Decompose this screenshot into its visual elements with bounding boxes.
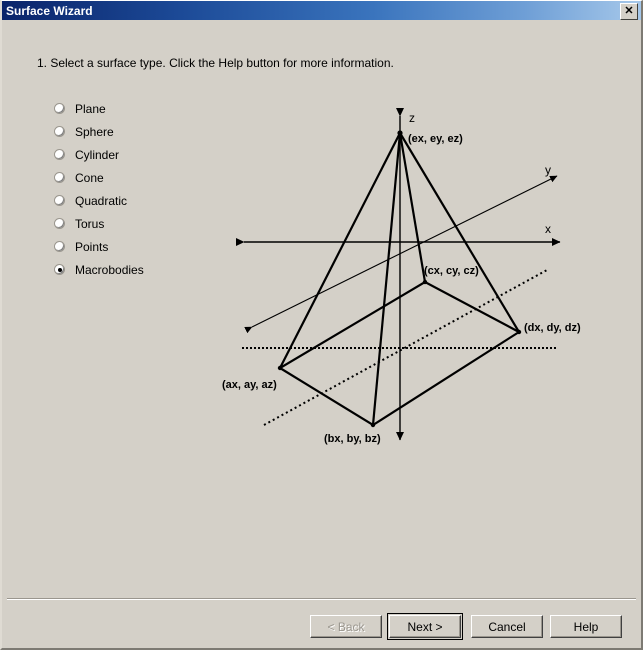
radio-cone[interactable]: Cone: [54, 166, 214, 189]
radio-label: Points: [75, 239, 109, 254]
radio-label: Plane: [75, 101, 106, 116]
window-title: Surface Wizard: [6, 3, 93, 18]
instruction-text: 1. Select a surface type. Click the Help…: [37, 56, 394, 70]
radio-plane[interactable]: Plane: [54, 97, 214, 120]
radio-label: Cone: [75, 170, 104, 185]
vertex-label-e: (ex, ey, ez): [408, 133, 463, 145]
radio-indicator-icon: [54, 172, 65, 183]
surface-wizard-dialog: Surface Wizard ✕ 1. Select a surface typ…: [0, 0, 643, 650]
surface-type-radio-group: Plane Sphere Cylinder Cone Quadratic Tor: [54, 97, 214, 281]
radio-indicator-icon: [54, 103, 65, 114]
close-icon[interactable]: ✕: [620, 3, 638, 20]
radio-torus[interactable]: Torus: [54, 212, 214, 235]
radio-sphere[interactable]: Sphere: [54, 120, 214, 143]
z-axis-label: z: [409, 111, 415, 125]
radio-label: Quadratic: [75, 193, 128, 208]
radio-cylinder[interactable]: Cylinder: [54, 143, 214, 166]
dialog-client-area: 1. Select a surface type. Click the Help…: [2, 20, 641, 647]
vertex-label-c: (cx, cy, cz): [424, 265, 479, 277]
title-bar: Surface Wizard ✕: [2, 1, 641, 20]
radio-indicator-icon: [54, 241, 65, 252]
x-axis-label: x: [545, 222, 551, 236]
radio-indicator-icon: [54, 218, 65, 229]
vertex-label-b: (bx, by, bz): [324, 433, 381, 445]
footer-separator: [7, 598, 636, 600]
back-button[interactable]: < Back: [310, 615, 382, 638]
dialog-button-bar: < Back Next > Cancel Help: [310, 613, 622, 640]
y-axis: [244, 175, 558, 334]
radio-label: Sphere: [75, 124, 114, 139]
radio-label: Cylinder: [75, 147, 120, 162]
edge-d-e: [399, 132, 520, 333]
cancel-button[interactable]: Cancel: [471, 615, 543, 638]
vertex-label-d: (dx, dy, dz): [524, 322, 581, 334]
radio-indicator-icon: [54, 195, 65, 206]
y-axis-line: [244, 175, 558, 334]
macrobody-diagram: z y x (ex, ey, ez) (cx, cy, cz) (dx, dy,…: [212, 90, 632, 470]
vertex-label-a: (ax, ay, az): [222, 379, 277, 391]
next-button[interactable]: Next >: [387, 613, 463, 640]
radio-indicator-icon: [54, 149, 65, 160]
radio-indicator-icon: [54, 126, 65, 137]
radio-quadratic[interactable]: Quadratic: [54, 189, 214, 212]
radio-indicator-icon: [54, 264, 65, 275]
radio-label: Torus: [75, 216, 105, 231]
radio-points[interactable]: Points: [54, 235, 214, 258]
help-button[interactable]: Help: [550, 615, 622, 638]
radio-macrobodies[interactable]: Macrobodies: [54, 258, 214, 281]
radio-label: Macrobodies: [75, 262, 144, 277]
y-axis-label: y: [545, 163, 551, 177]
